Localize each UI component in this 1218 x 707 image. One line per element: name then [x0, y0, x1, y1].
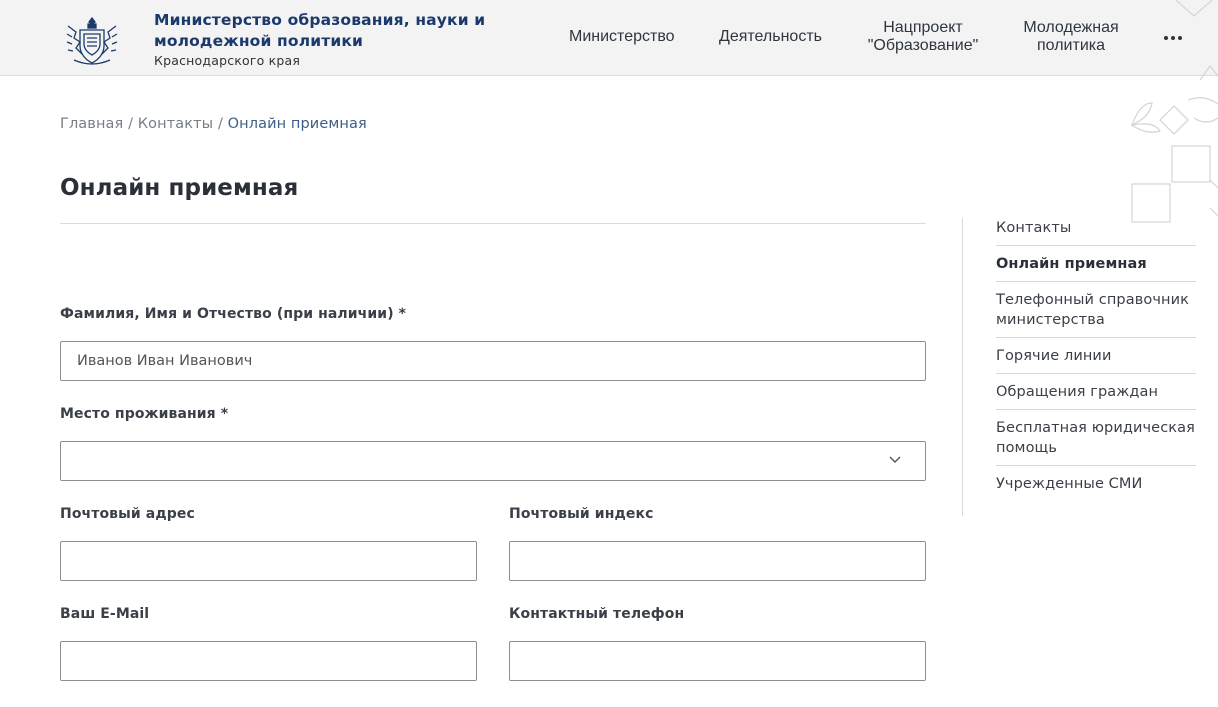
residence-select[interactable] — [60, 441, 926, 481]
ellipsis-icon — [1164, 36, 1182, 40]
breadcrumb-separator: / — [128, 116, 134, 132]
nav-item-national-project[interactable]: Нацпроект "Образование" — [866, 19, 980, 55]
email-input[interactable] — [60, 641, 477, 681]
breadcrumb: Главная / Контакты / Онлайн приемная — [60, 116, 367, 132]
sidebar-menu: Контакты Онлайн приемная Телефонный спра… — [996, 210, 1196, 501]
chevron-down-icon — [889, 456, 901, 463]
breadcrumb-home-link[interactable]: Главная — [60, 116, 123, 132]
nav-item-label-line2: "Образование" — [867, 37, 979, 54]
more-menu-button[interactable] — [1160, 31, 1186, 45]
brand-subtitle: Краснодарского края — [154, 53, 301, 68]
brand-block[interactable]: Министерство образования, науки и молоде… — [154, 10, 485, 68]
fio-label: Фамилия, Имя и Отчество (при наличии) * — [60, 306, 407, 322]
coat-of-arms-logo[interactable] — [64, 14, 120, 68]
postal-index-input[interactable] — [509, 541, 926, 581]
nav-item-ministry[interactable]: Министерство — [569, 28, 675, 46]
postal-address-label: Почтовый адрес — [60, 506, 195, 522]
nav-item-activity[interactable]: Деятельность — [719, 28, 822, 46]
residence-label: Место проживания * — [60, 406, 229, 422]
brand-title-line2: молодежной политики — [154, 32, 364, 50]
breadcrumb-contacts-link[interactable]: Контакты — [138, 116, 213, 132]
postal-address-input[interactable] — [60, 541, 477, 581]
nav-item-label: Министерство — [569, 28, 675, 45]
sidebar-item-citizen-appeals[interactable]: Обращения граждан — [996, 374, 1196, 410]
sidebar-divider — [962, 218, 963, 516]
email-label: Ваш E-Mail — [60, 606, 150, 622]
sidebar-item-online-reception[interactable]: Онлайн приемная — [996, 246, 1196, 282]
nav-item-label: Деятельность — [719, 28, 822, 45]
nav-item-label-line1: Молодежная — [1023, 19, 1119, 36]
site-header: Министерство образования, науки и молоде… — [0, 0, 1218, 76]
breadcrumb-current: Онлайн приемная — [227, 116, 367, 132]
phone-label: Контактный телефон — [509, 606, 685, 622]
fio-input[interactable] — [60, 341, 926, 381]
sidebar-item-legal-aid[interactable]: Бесплатная юридическая помощь — [996, 410, 1196, 466]
sidebar-item-phone-directory[interactable]: Телефонный справочник министерства — [996, 282, 1196, 338]
brand-title-line1: Министерство образования, науки и — [154, 11, 486, 29]
sidebar-item-media[interactable]: Учрежденные СМИ — [996, 466, 1196, 501]
nav-item-label-line2: политика — [1037, 37, 1105, 54]
title-divider — [60, 223, 926, 224]
breadcrumb-separator: / — [217, 116, 223, 132]
postal-index-label: Почтовый индекс — [509, 506, 654, 522]
page-title: Онлайн приемная — [60, 175, 299, 201]
nav-item-label-line1: Нацпроект — [883, 19, 963, 36]
nav-item-youth-policy[interactable]: Молодежная политика — [1016, 19, 1126, 55]
sidebar-item-hotlines[interactable]: Горячие линии — [996, 338, 1196, 374]
sidebar-item-contacts[interactable]: Контакты — [996, 210, 1196, 246]
phone-input[interactable] — [509, 641, 926, 681]
